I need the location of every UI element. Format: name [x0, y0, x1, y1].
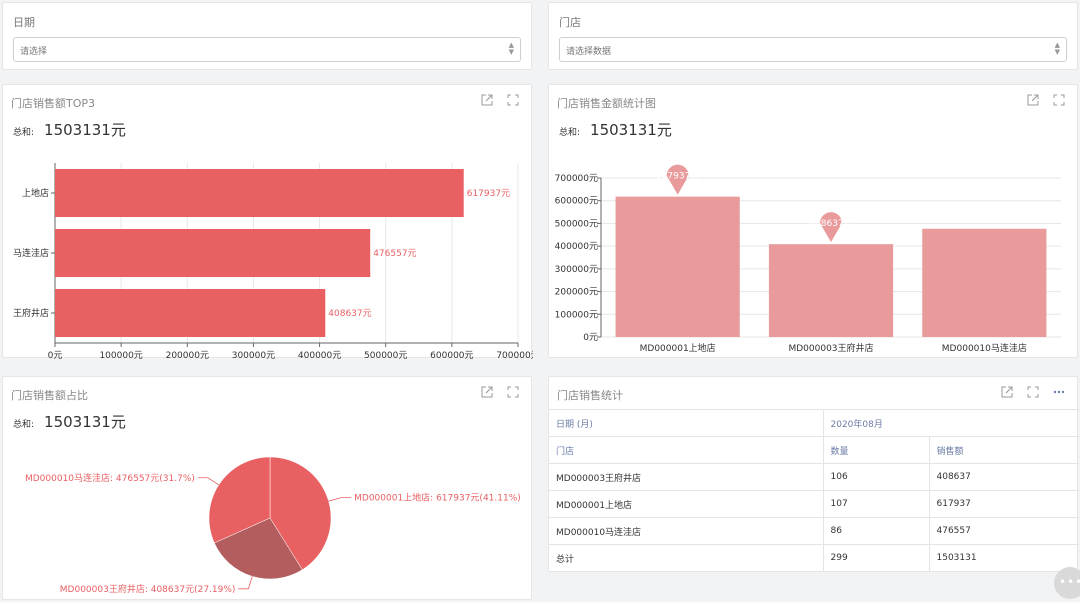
callout-label: MD000003王府井店: 408637元(27.19%) — [60, 583, 236, 595]
stats-table: 日期 (月) 2020年08月 门店 数量 销售额 MD000003王府井店 1… — [549, 409, 1079, 572]
callout-line — [238, 576, 253, 590]
more-icon[interactable] — [1051, 384, 1067, 400]
date-filter-label: 日期 — [13, 16, 35, 29]
table-cell: 1503131 — [928, 544, 1079, 572]
select-arrows-icon: ▲ ▼ — [508, 41, 514, 56]
bar — [615, 196, 740, 337]
table-cell: 476557 — [928, 517, 1079, 545]
value-label: 617937元 — [467, 189, 510, 199]
table-cell: 617937 — [928, 490, 1079, 518]
table-cell: MD000003王府井店 — [549, 463, 823, 491]
y-tick-label: 0元 — [583, 333, 598, 343]
store-filter-panel: 门店 请选择数据 ▲ ▼ — [548, 2, 1078, 70]
fullscreen-icon[interactable] — [1025, 384, 1041, 400]
table-row: MD000010马连洼店 86 476557 — [549, 517, 1079, 545]
table-cell: 总计 — [549, 544, 823, 572]
marker-label: 408637元 — [809, 219, 852, 229]
x-tick-label: 500000元 — [364, 351, 407, 359]
export-icon[interactable] — [999, 384, 1015, 400]
table-header-row: 门店 数量 销售额 — [549, 436, 1079, 464]
table-cell: 107 — [822, 490, 929, 518]
header-cell: 2020年08月 — [822, 409, 1079, 437]
category-label: 王府井店 — [13, 307, 49, 319]
header-cell: 门店 — [549, 436, 823, 464]
value-label: 408637元 — [328, 309, 371, 319]
table-total-row: 总计 299 1503131 — [549, 544, 1079, 572]
x-tick-label: 700000元 — [496, 351, 533, 359]
x-tick-label: 0元 — [48, 351, 63, 359]
table-header-row: 日期 (月) 2020年08月 — [549, 409, 1079, 437]
y-tick-label: 500000元 — [555, 219, 598, 229]
bar — [55, 289, 326, 337]
y-tick-label: 200000元 — [555, 288, 598, 298]
store-filter-label: 门店 — [559, 16, 581, 29]
y-tick-label: 700000元 — [555, 174, 598, 184]
table-cell: 408637 — [928, 463, 1079, 491]
x-tick-label: 300000元 — [232, 351, 275, 359]
stats-panel: 门店销售统计 日期 (月) 2020年08月 门店 数量 销售额 MD00000… — [548, 376, 1079, 572]
ratio-pie-chart: MD000001上地店: 617937元(41.11%) MD000003王府井店… — [25, 456, 521, 595]
marker-label: 617937元 — [656, 172, 699, 182]
table-row: MD000003王府井店 106 408637 — [549, 463, 1079, 491]
category-label: 上地店 — [22, 187, 49, 199]
table-cell: 86 — [822, 517, 929, 545]
callout-line — [328, 497, 352, 502]
date-select[interactable]: 请选择 ▲ ▼ — [13, 37, 521, 62]
table-row: MD000001上地店 107 617937 — [549, 490, 1079, 518]
more-icon: ••• — [1059, 575, 1080, 589]
panel-title: 门店销售统计 — [557, 389, 623, 402]
date-select-placeholder: 请选择 — [20, 47, 48, 57]
category-label: MD000001上地店 — [640, 342, 716, 354]
x-tick-label: 200000元 — [166, 351, 209, 359]
amount-chart-panel: 门店销售金额统计图 总和: 1503131元 0元 100000元 200000元 3… — [548, 84, 1078, 358]
x-tick-label: 400000元 — [298, 351, 341, 359]
category-label: MD000010马连洼店 — [942, 342, 1027, 354]
y-tick-label: 400000元 — [555, 242, 598, 252]
callout-label: MD000010马连洼店: 476557元(31.7%) — [25, 472, 195, 484]
date-filter-panel: 日期 请选择 ▲ ▼ — [2, 2, 532, 70]
select-arrows-icon: ▲ ▼ — [1054, 41, 1060, 56]
y-tick-label: 100000元 — [555, 310, 598, 320]
top3-panel: 门店销售额TOP3 总和: 1503131元 0元 100000元 200000元 3… — [2, 84, 533, 359]
floating-more-button[interactable]: ••• — [1054, 567, 1080, 599]
callout-label: MD000001上地店: 617937元(41.11%) — [354, 492, 521, 504]
header-cell: 销售额 — [928, 436, 1079, 464]
amount-bar-chart: 0元 100000元 200000元 300000元 400000元 500000元 600… — [555, 164, 1061, 354]
category-label: 马连洼店 — [13, 247, 49, 259]
ratio-panel: 门店销售额占比 总和: 1503131元 MD000001上地店: 617937… — [2, 376, 532, 600]
y-tick-label: 600000元 — [555, 197, 598, 207]
top3-bar-chart: 0元 100000元 200000元 300000元 400000元 500000元 600… — [13, 163, 533, 359]
callout-line — [197, 477, 220, 486]
table-cell: MD000001上地店 — [549, 490, 823, 518]
bar — [922, 228, 1047, 337]
table-cell: MD000010马连洼店 — [549, 517, 823, 545]
table-cell: 106 — [822, 463, 929, 491]
value-label: 476557元 — [373, 249, 416, 259]
x-tick-label: 100000元 — [99, 351, 142, 359]
y-tick-label: 300000元 — [555, 265, 598, 275]
header-cell: 数量 — [822, 436, 929, 464]
store-select-placeholder: 请选择数据 — [566, 47, 612, 57]
x-tick-label: 600000元 — [430, 351, 473, 359]
bar — [768, 244, 894, 337]
store-select[interactable]: 请选择数据 ▲ ▼ — [559, 37, 1067, 62]
bar — [55, 229, 371, 277]
header-cell: 日期 (月) — [549, 409, 823, 437]
bar — [55, 169, 464, 217]
category-label: MD000003王府井店 — [788, 342, 873, 354]
table-cell: 299 — [822, 544, 929, 572]
